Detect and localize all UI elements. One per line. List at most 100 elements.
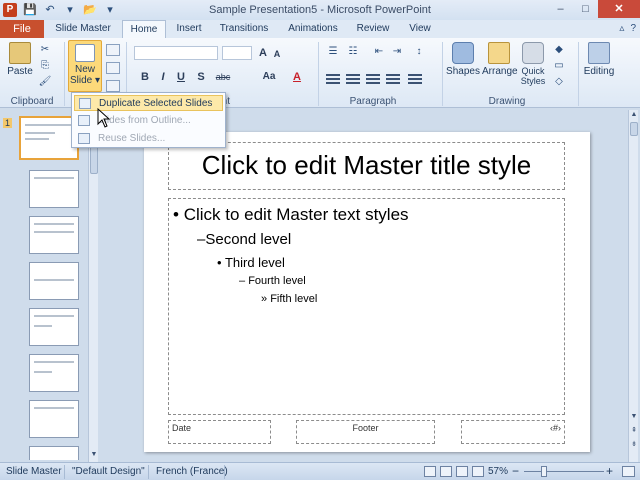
layout-thumbnail[interactable] — [29, 216, 79, 254]
layout-thumbnail[interactable] — [29, 400, 79, 438]
editing-button[interactable]: Editing — [582, 42, 616, 77]
slide-show-view-icon[interactable] — [472, 466, 484, 477]
slide-sorter-view-icon[interactable] — [440, 466, 452, 477]
footer-placeholder[interactable]: Footer — [296, 420, 435, 444]
text-shadow-button[interactable]: S — [194, 70, 208, 84]
cut-icon[interactable]: ✂ — [38, 44, 52, 56]
tab-view[interactable]: View — [400, 20, 440, 38]
increase-indent-icon[interactable]: ⇥ — [390, 46, 404, 58]
decrease-indent-icon[interactable]: ⇤ — [372, 46, 386, 58]
tab-animations[interactable]: Animations — [282, 20, 344, 38]
tab-file[interactable]: File — [0, 20, 44, 38]
shape-outline-icon[interactable]: ▭ — [552, 60, 566, 72]
minimize-ribbon-icon[interactable]: ▵ — [619, 23, 624, 34]
body-placeholder[interactable]: • Click to edit Master text styles –Seco… — [168, 198, 565, 415]
thumb-line — [34, 315, 74, 317]
layout-thumbnail[interactable] — [29, 308, 79, 346]
duplicate-selected-slides-label: Duplicate Selected Slides — [99, 98, 213, 109]
paste-button[interactable]: Paste — [4, 42, 36, 77]
scrollbar-thumb[interactable] — [630, 122, 638, 136]
new-slide-icon — [75, 44, 95, 62]
zoom-slider-track[interactable] — [524, 471, 604, 472]
copy-icon[interactable]: ⎘ — [38, 60, 52, 72]
close-button[interactable]: ✕ — [598, 0, 640, 18]
layout-icon[interactable] — [106, 44, 120, 56]
font-size-combo[interactable] — [222, 46, 252, 60]
section-icon[interactable] — [106, 80, 120, 92]
zoom-slider-knob[interactable] — [541, 466, 547, 477]
layout-thumbnail[interactable] — [29, 354, 79, 392]
underline-button[interactable]: U — [174, 70, 188, 84]
align-left-icon[interactable] — [326, 74, 340, 84]
date-placeholder[interactable]: Date — [168, 420, 271, 444]
ribbon-tabs: File Slide Master Home Insert Transition… — [0, 20, 640, 38]
strikethrough-button[interactable]: abc — [212, 70, 234, 84]
level-5-text: Fifth level — [270, 293, 318, 305]
fit-to-window-icon[interactable] — [622, 466, 635, 477]
maximize-button[interactable]: □ — [573, 0, 598, 18]
bullet: • — [173, 205, 179, 224]
scroll-up-arrow-icon[interactable]: ▲ — [629, 110, 639, 120]
shapes-button[interactable]: Shapes — [446, 42, 480, 77]
grow-font-button[interactable]: A — [256, 46, 270, 60]
help-icon[interactable]: ? — [630, 23, 636, 34]
tab-slide-master[interactable]: Slide Master — [48, 20, 118, 38]
zoom-level[interactable]: 57% — [488, 466, 508, 477]
layout-thumbnail[interactable] — [29, 170, 79, 208]
quick-styles-button[interactable]: Quick Styles — [518, 42, 548, 86]
align-center-icon[interactable] — [346, 74, 360, 84]
format-painter-icon[interactable]: 🖌 — [38, 76, 52, 88]
scroll-down-arrow-icon[interactable]: ▼ — [89, 450, 99, 460]
columns-icon[interactable] — [408, 74, 422, 84]
change-case-button[interactable]: Aa — [258, 70, 280, 84]
slides-from-outline-label: Slides from Outline... — [98, 115, 191, 126]
scroll-down-arrow-icon[interactable]: ▼ — [629, 412, 639, 422]
font-name-combo[interactable] — [134, 46, 218, 60]
slide-canvas[interactable]: Click to edit Master title style • Click… — [144, 132, 590, 452]
numbering-icon[interactable]: ☷ — [346, 46, 360, 58]
group-separator — [578, 42, 579, 106]
master-thumbnail[interactable] — [19, 116, 79, 160]
layout-thumbnail[interactable] — [29, 446, 79, 460]
slide-scrollbar[interactable]: ▲ ▼ ⇞ ⇟ — [628, 110, 638, 462]
text-level-5: » Fifth level — [261, 293, 317, 305]
arrange-label: Arrange — [482, 66, 518, 77]
font-color-button[interactable]: A — [290, 70, 304, 84]
normal-view-icon[interactable] — [424, 466, 436, 477]
zoom-out-button[interactable]: − — [512, 464, 519, 478]
align-right-icon[interactable] — [366, 74, 380, 84]
date-label: Date — [172, 423, 192, 433]
next-slide-icon[interactable]: ⇟ — [629, 440, 639, 450]
line-spacing-icon[interactable]: ↕ — [412, 46, 426, 58]
slide-number-placeholder[interactable]: ‹#› — [461, 420, 565, 444]
new-slide-button[interactable]: New Slide ▾ — [68, 40, 102, 92]
theme-status[interactable]: "Default Design" — [72, 466, 145, 477]
previous-slide-icon[interactable]: ⇞ — [629, 426, 639, 436]
bold-button[interactable]: B — [138, 70, 152, 84]
shrink-font-button[interactable]: A — [270, 47, 284, 61]
thumbnail-scrollbar[interactable]: ▲ ▼ — [88, 110, 98, 462]
zoom-in-button[interactable]: + — [606, 464, 613, 478]
arrange-button[interactable]: Arrange — [482, 42, 518, 77]
editing-label: Editing — [583, 66, 615, 77]
reset-icon[interactable] — [106, 62, 120, 74]
bullets-icon[interactable]: ☰ — [326, 46, 340, 58]
level-1-text: Click to edit Master text styles — [183, 205, 409, 224]
language-status[interactable]: French (France) — [156, 466, 228, 477]
tab-insert[interactable]: Insert — [170, 20, 208, 38]
tab-transitions[interactable]: Transitions — [212, 20, 276, 38]
italic-button[interactable]: I — [156, 70, 170, 84]
tab-home[interactable]: Home — [122, 20, 166, 38]
reading-view-icon[interactable] — [456, 466, 468, 477]
layout-thumbnail[interactable] — [29, 262, 79, 300]
title-placeholder[interactable]: Click to edit Master title style — [168, 142, 565, 190]
clear-format-button[interactable] — [292, 46, 312, 60]
shapes-icon — [452, 42, 474, 64]
justify-icon[interactable] — [386, 74, 400, 84]
view-status: Slide Master — [6, 466, 62, 477]
shape-effects-icon[interactable]: ◇ — [552, 76, 566, 88]
tab-review[interactable]: Review — [350, 20, 396, 38]
shape-fill-icon[interactable]: ◆ — [552, 44, 566, 56]
slide-number-label: ‹#› — [550, 423, 561, 433]
minimize-button[interactable]: – — [548, 0, 573, 18]
